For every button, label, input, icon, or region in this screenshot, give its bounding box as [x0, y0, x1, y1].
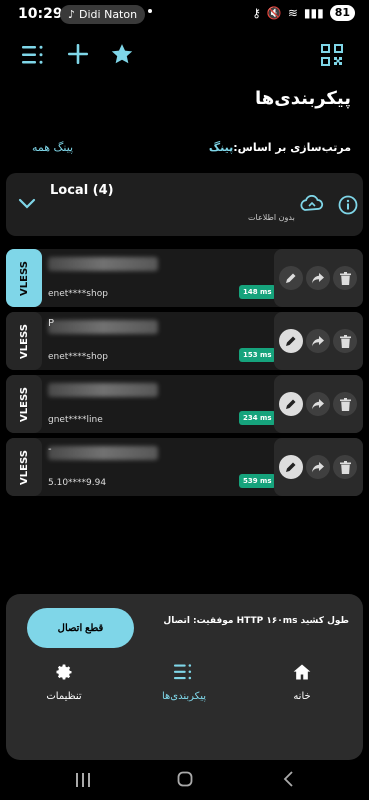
menu-icon[interactable]: [22, 44, 46, 70]
redacted-server-name: [48, 446, 158, 460]
share-icon[interactable]: [306, 392, 330, 416]
ping-all-button[interactable]: پینگ همه: [32, 141, 73, 154]
server-host: gnet****line: [48, 415, 103, 425]
edit-pencil-icon[interactable]: [279, 329, 303, 353]
protocol-tag: VLESS: [6, 438, 42, 496]
list-icon: [134, 662, 234, 685]
protocol-label: VLESS: [18, 260, 30, 296]
info-icon[interactable]: [338, 195, 358, 219]
disconnect-button[interactable]: قطع اتصال: [27, 608, 134, 648]
bottom-sheet: قطع اتصال موفقیت: اتصال HTTP ۱۶۰ms طول ک…: [6, 594, 363, 760]
latency-badge: 148 ms: [239, 285, 276, 299]
group-card[interactable]: Local (4) بدون اطلاعات: [6, 173, 363, 236]
connection-status-message: موفقیت: اتصال HTTP ۱۶۰ms طول کشید: [163, 616, 349, 626]
protocol-label: VLESS: [18, 449, 30, 485]
mute-icon: 🔇: [266, 6, 282, 20]
nav-home-label: خانه: [293, 691, 311, 702]
page-title: پیکربندی‌ها: [254, 88, 351, 109]
server-actions: [274, 312, 363, 370]
sort-value: پینگ: [208, 141, 234, 154]
music-note-icon: ♪: [68, 8, 76, 21]
home-icon: [252, 662, 352, 685]
latency-badge: 234 ms: [239, 411, 276, 425]
server-host: 5.10****9.94: [48, 478, 107, 488]
delete-trash-icon[interactable]: [333, 266, 357, 290]
protocol-label: VLESS: [18, 386, 30, 422]
recent-apps-icon[interactable]: [75, 772, 91, 791]
edit-pencil-icon[interactable]: [279, 455, 303, 479]
server-card[interactable]: VLESS Penet****shop 153 ms: [6, 312, 363, 370]
latency-badge: 539 ms: [239, 474, 276, 488]
server-host: enet****shop: [48, 289, 108, 299]
server-card[interactable]: VLESS - 5.10****9.94 539 ms: [6, 438, 363, 496]
star-icon[interactable]: [109, 42, 135, 71]
latency-badge: 153 ms: [239, 348, 276, 362]
status-icons: ⚷ 🔇 ≋ ▮▮▮ 81: [252, 5, 355, 21]
nav-home[interactable]: خانه: [252, 662, 352, 702]
sort-selector[interactable]: مرتب‌سازی بر اساس:پینگ: [209, 141, 351, 154]
status-bar: 10:29 ♪ Didi Naton ⚷ 🔇 ≋ ▮▮▮ 81: [0, 0, 369, 28]
key-icon: ⚷: [252, 6, 261, 20]
group-name: Local (4): [50, 183, 114, 198]
server-actions: [274, 249, 363, 307]
edit-pencil-icon[interactable]: [279, 392, 303, 416]
share-icon[interactable]: [306, 266, 330, 290]
redacted-server-name: [48, 383, 158, 397]
delete-trash-icon[interactable]: [333, 392, 357, 416]
gear-icon: [14, 662, 114, 685]
server-name-visible-char: -: [48, 444, 52, 455]
share-icon[interactable]: [306, 329, 330, 353]
delete-trash-icon[interactable]: [333, 455, 357, 479]
server-actions: [274, 438, 363, 496]
notification-app-name: Didi Naton: [79, 8, 138, 21]
protocol-tag: VLESS: [6, 249, 42, 307]
sort-prefix: مرتب‌سازی بر اساس:: [233, 141, 351, 154]
nav-configs-label: پیکربندی‌ها: [161, 691, 207, 702]
protocol-label: VLESS: [18, 323, 30, 359]
nav-configs[interactable]: پیکربندی‌ها: [134, 662, 234, 702]
status-time: 10:29: [18, 6, 63, 22]
share-icon[interactable]: [306, 455, 330, 479]
server-host: enet****shop: [48, 352, 108, 362]
server-card[interactable]: VLESS gnet****line 234 ms: [6, 375, 363, 433]
qr-code-icon[interactable]: [320, 43, 344, 71]
group-subtitle: بدون اطلاعات: [248, 213, 295, 222]
server-actions: [274, 375, 363, 433]
back-icon[interactable]: [283, 771, 295, 791]
protocol-tag: VLESS: [6, 312, 42, 370]
wifi-icon: ≋: [287, 6, 298, 20]
redacted-server-name: [48, 257, 158, 271]
nav-settings[interactable]: تنظیمات: [14, 662, 114, 702]
plus-icon[interactable]: [67, 43, 89, 69]
sort-row: پینگ همه مرتب‌سازی بر اساس:پینگ: [0, 138, 369, 158]
delete-trash-icon[interactable]: [333, 329, 357, 353]
edit-pencil-icon[interactable]: [279, 266, 303, 290]
notification-pill: ♪ Didi Naton: [60, 5, 146, 24]
battery-indicator: 81: [329, 5, 355, 21]
chevron-down-icon[interactable]: [18, 195, 36, 214]
server-card[interactable]: VLESS enet****shop 148 ms: [6, 249, 363, 307]
server-name-visible-char: P: [48, 318, 55, 329]
system-navigation-bar: [0, 760, 369, 800]
redacted-server-name: [48, 320, 158, 334]
notification-dot: [148, 9, 152, 13]
nav-settings-label: تنظیمات: [46, 691, 82, 702]
signal-icon: ▮▮▮: [303, 6, 324, 20]
home-button-icon[interactable]: [177, 771, 193, 791]
cloud-sync-icon[interactable]: [299, 194, 325, 219]
protocol-tag: VLESS: [6, 375, 42, 433]
